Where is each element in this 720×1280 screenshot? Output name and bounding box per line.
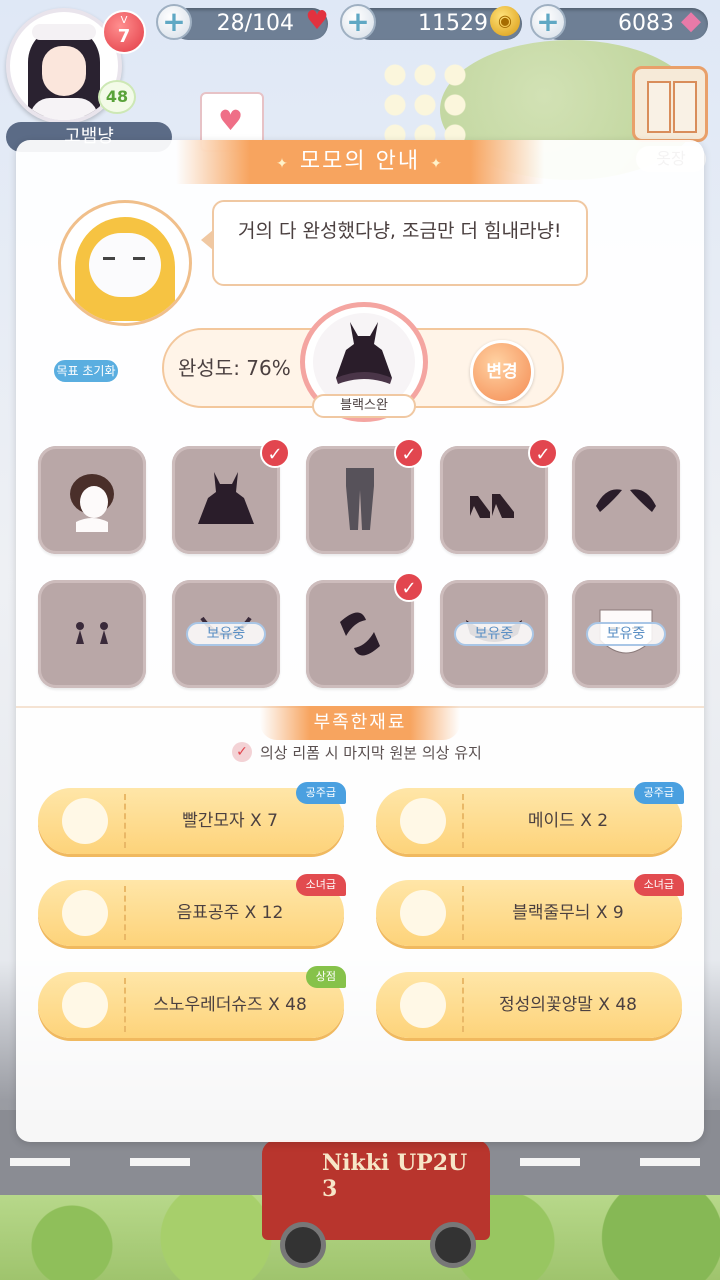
road-marking — [640, 1158, 700, 1166]
diamond-value: 6083 — [618, 11, 674, 36]
materials-title: 부족한재료 — [260, 706, 460, 740]
feather-accessory-icon — [596, 489, 656, 512]
stamina-value: 28/104 — [216, 11, 294, 36]
music-princess-outfit-icon — [62, 890, 108, 936]
black-stripe-socks-icon — [400, 890, 446, 936]
completion-text: 완성도: 76% — [178, 356, 291, 380]
panel-title: ✦ 모모의 안내 ✦ — [176, 140, 544, 184]
owned-check-icon: ✓ — [394, 572, 424, 602]
card-separator — [124, 886, 126, 940]
avatar-face — [42, 46, 86, 96]
material-card[interactable]: 정성의꽃양말 X 48 — [376, 972, 682, 1038]
maid-outfit-icon — [400, 798, 446, 844]
background-flowers — [380, 60, 470, 140]
avatar-dress — [30, 98, 98, 120]
change-outfit-button[interactable]: 변경 — [470, 340, 534, 404]
dress-icon — [198, 472, 254, 524]
road-marking — [130, 1158, 190, 1166]
wardrobe-door — [673, 81, 697, 133]
tights-icon — [346, 468, 374, 530]
target-dress-icon — [336, 322, 392, 384]
owned-label: 보유중 — [454, 622, 534, 646]
bus-logo-text: Nikki UP2U 3 — [322, 1150, 468, 1202]
card-separator — [124, 794, 126, 848]
avatar-bow — [32, 24, 96, 40]
wardrobe-door — [647, 81, 671, 133]
owned-check-icon: ✓ — [260, 438, 290, 468]
item-slot-dress[interactable]: ✓ — [172, 438, 290, 554]
diary-heart-icon: ♥ — [218, 104, 244, 137]
item-slot-headpiece[interactable]: 보유중 — [440, 580, 548, 688]
owned-label: 보유중 — [186, 622, 266, 646]
keep-original-label: 의상 리폼 시 마지막 원본 의상 유지 — [260, 744, 482, 762]
bus-wheel — [280, 1222, 326, 1268]
owned-check-icon: ✓ — [394, 438, 424, 468]
rarity-tag: 소녀급 — [633, 874, 684, 896]
momo-eye — [133, 257, 145, 266]
player-level-badge: 48 — [98, 80, 136, 114]
rarity-tag: 공주급 — [633, 782, 684, 804]
rarity-tag: 소녀급 — [295, 874, 346, 896]
momo-speech-bubble: 거의 다 완성했다냥, 조금만 더 힘내라냥! — [212, 200, 588, 286]
item-slot-shoes[interactable]: ✓ — [440, 438, 558, 554]
sparkle-icon: ✦ — [276, 156, 290, 172]
item-slot-socks[interactable]: ✓ — [306, 438, 424, 554]
material-card[interactable]: 블랙줄무늬 X 9 소녀급 — [376, 874, 684, 946]
card-separator — [462, 794, 464, 848]
snow-leather-shoes-icon — [62, 982, 108, 1028]
road-marking — [10, 1158, 70, 1166]
add-diamond-button[interactable]: + — [530, 4, 566, 40]
keep-original-checkbox[interactable]: ✓ — [232, 742, 252, 762]
sparkle-icon: ✦ — [430, 156, 444, 172]
add-stamina-button[interactable]: + — [156, 4, 192, 40]
owned-label: 보유중 — [586, 622, 666, 646]
diamond-icon: ◆ — [681, 6, 701, 36]
reset-goal-button[interactable]: 목표 초기화 — [52, 358, 120, 384]
rarity-tag: 공주급 — [295, 782, 346, 804]
material-name: 스노우레더슈즈 X 48 — [153, 995, 307, 1015]
material-card[interactable]: 스노우레더슈즈 X 48 상점 — [38, 966, 346, 1038]
card-separator — [124, 978, 126, 1032]
momo-face — [89, 233, 161, 297]
coin-icon: ◉ — [490, 6, 520, 36]
panel-title-text: 모모의 안내 — [299, 149, 421, 174]
wardrobe-button[interactable] — [632, 66, 708, 142]
red-hood-outfit-icon — [62, 798, 108, 844]
item-slot-earrings[interactable] — [38, 580, 146, 688]
road-marking — [520, 1158, 580, 1166]
shop-tag: 상점 — [305, 966, 346, 988]
shoes-icon — [470, 494, 514, 518]
item-slot-hair-accessory[interactable] — [572, 446, 680, 554]
material-card[interactable]: 메이드 X 2 공주급 — [376, 782, 684, 854]
stamina-heart-icon: ♥ — [305, 6, 329, 36]
add-coin-button[interactable]: + — [340, 4, 376, 40]
material-card[interactable]: 음표공주 X 12 소녀급 — [38, 874, 346, 946]
item-slot-necklace[interactable]: 보유중 — [172, 580, 280, 688]
card-separator — [462, 978, 464, 1032]
flower-socks-icon — [400, 982, 446, 1028]
bus-wheel — [430, 1222, 476, 1268]
earrings-icon — [76, 622, 108, 644]
hair-icon — [70, 474, 114, 532]
momo-eye — [103, 257, 115, 266]
material-name: 정성의꽃양말 X 48 — [499, 995, 637, 1015]
vip-level: 7 — [117, 26, 131, 47]
momo-portrait — [58, 200, 192, 326]
owned-check-icon: ✓ — [528, 438, 558, 468]
item-slot-makeup[interactable]: 보유중 — [572, 580, 680, 688]
card-separator — [462, 886, 464, 940]
coin-value: 11529 — [418, 11, 488, 36]
target-outfit-label: 블랙스완 — [312, 394, 416, 418]
item-slot-bracelet[interactable]: ✓ — [306, 572, 424, 688]
vip-level-badge[interactable]: V 7 — [102, 10, 146, 54]
bracelet-icon — [340, 612, 380, 656]
item-slot-hair[interactable] — [38, 446, 146, 554]
material-card[interactable]: 빨간모자 X 7 공주급 — [38, 782, 346, 854]
